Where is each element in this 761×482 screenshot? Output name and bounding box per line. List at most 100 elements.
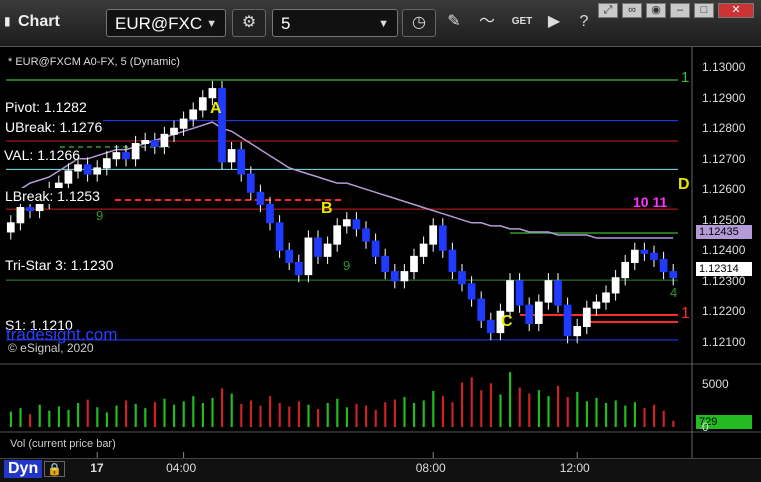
candle[interactable] <box>486 319 495 334</box>
candle[interactable] <box>611 277 620 294</box>
candle[interactable] <box>160 133 169 148</box>
candle[interactable] <box>477 298 486 321</box>
candle[interactable] <box>621 261 630 279</box>
candle[interactable] <box>534 301 543 324</box>
time-button[interactable]: ◷ <box>402 9 436 37</box>
candle[interactable] <box>102 158 111 169</box>
candle[interactable] <box>74 164 82 172</box>
volume-bar <box>643 408 646 427</box>
candle[interactable] <box>381 255 390 273</box>
chevron-down-icon[interactable]: ▼ <box>378 10 389 38</box>
candle[interactable] <box>256 191 265 206</box>
candle[interactable] <box>275 222 284 251</box>
settings-button[interactable]: ⚙ <box>232 9 266 37</box>
volume-bar <box>144 408 147 427</box>
close-button[interactable]: ✕ <box>718 3 754 18</box>
candle[interactable] <box>131 143 140 160</box>
price-chart[interactable] <box>0 47 761 458</box>
count-seq-c: 4 <box>670 285 678 300</box>
candle[interactable] <box>458 271 466 285</box>
dyn-label[interactable]: Dyn <box>4 460 43 478</box>
candle[interactable] <box>640 249 649 254</box>
candle[interactable] <box>659 258 668 273</box>
candle[interactable] <box>467 283 476 300</box>
candle[interactable] <box>246 173 255 193</box>
candle[interactable] <box>333 225 342 245</box>
candle[interactable] <box>544 280 553 303</box>
candle[interactable] <box>294 261 303 276</box>
maximize-button[interactable]: □ <box>694 3 714 18</box>
candle[interactable] <box>16 207 25 224</box>
candle[interactable] <box>285 249 294 263</box>
ma-price-tag: 1.12435 <box>696 225 752 239</box>
pin-icon: ◉ <box>651 4 661 16</box>
time-axis-bar: Dyn 🔒 <box>0 458 761 482</box>
candle[interactable] <box>573 326 582 337</box>
candle[interactable] <box>304 237 313 276</box>
symbol-input[interactable]: EUR@FXC ▼ <box>106 9 226 37</box>
candle[interactable] <box>650 252 658 260</box>
candle[interactable] <box>26 207 34 212</box>
volume-bar <box>29 414 32 427</box>
candle[interactable] <box>554 280 562 306</box>
volume-bar <box>461 382 464 427</box>
volume-bar <box>9 411 12 427</box>
candle[interactable] <box>189 109 198 120</box>
marker-b: B <box>321 200 333 217</box>
candle[interactable] <box>582 307 591 328</box>
candle[interactable] <box>122 152 130 160</box>
candle[interactable] <box>419 243 428 257</box>
chevron-down-icon[interactable]: ▼ <box>206 10 217 38</box>
studies-button[interactable]: 〜 <box>472 9 502 37</box>
interval-input[interactable]: 5 ▼ <box>272 9 398 37</box>
minimize-button[interactable]: – <box>670 3 690 18</box>
candle[interactable] <box>515 280 524 306</box>
x-tick-label: 04:00 <box>166 461 197 475</box>
restore-button[interactable]: ⤢ <box>598 3 618 18</box>
candle[interactable] <box>602 292 610 303</box>
candle[interactable] <box>93 167 102 175</box>
candle[interactable] <box>179 118 188 129</box>
draw-button[interactable]: ✎ <box>440 9 468 37</box>
candle[interactable] <box>429 225 438 245</box>
candle[interactable] <box>150 139 159 148</box>
candle[interactable] <box>630 249 639 263</box>
pin-button[interactable]: ◉ <box>646 3 666 18</box>
marker-d: D <box>678 176 690 193</box>
candle[interactable] <box>314 237 322 257</box>
candle[interactable] <box>390 271 399 282</box>
lock-icon[interactable]: 🔒 <box>44 461 65 477</box>
candle[interactable] <box>669 271 678 279</box>
candle[interactable] <box>362 228 370 242</box>
candle[interactable] <box>371 240 380 257</box>
candle[interactable] <box>400 271 409 282</box>
help-button[interactable]: ? <box>570 9 598 37</box>
candle[interactable] <box>352 219 361 230</box>
replay-button[interactable]: ▶ <box>540 9 568 37</box>
candle[interactable] <box>438 225 447 251</box>
candle[interactable] <box>208 88 217 99</box>
candle[interactable] <box>237 149 246 175</box>
candle[interactable] <box>323 243 332 257</box>
link-button[interactable]: ∞ <box>622 3 642 18</box>
get-button[interactable]: GET <box>506 9 538 37</box>
candle[interactable] <box>448 249 457 273</box>
candle[interactable] <box>64 170 73 184</box>
candle[interactable] <box>170 127 178 135</box>
candle[interactable] <box>525 304 534 324</box>
candle[interactable] <box>112 152 121 160</box>
candle[interactable] <box>342 219 351 227</box>
candle[interactable] <box>592 301 601 309</box>
candle[interactable] <box>6 222 15 233</box>
candle[interactable] <box>83 164 92 175</box>
volume-bar <box>105 412 108 427</box>
candle[interactable] <box>266 204 274 224</box>
symbol-value: EUR@FXC <box>115 14 203 33</box>
candle[interactable] <box>410 255 418 273</box>
candle[interactable] <box>506 280 514 312</box>
candle[interactable] <box>198 97 207 111</box>
candle[interactable] <box>563 304 572 337</box>
pencil-icon: ✎ <box>447 13 461 30</box>
candle[interactable] <box>141 139 150 144</box>
candle[interactable] <box>227 149 236 163</box>
